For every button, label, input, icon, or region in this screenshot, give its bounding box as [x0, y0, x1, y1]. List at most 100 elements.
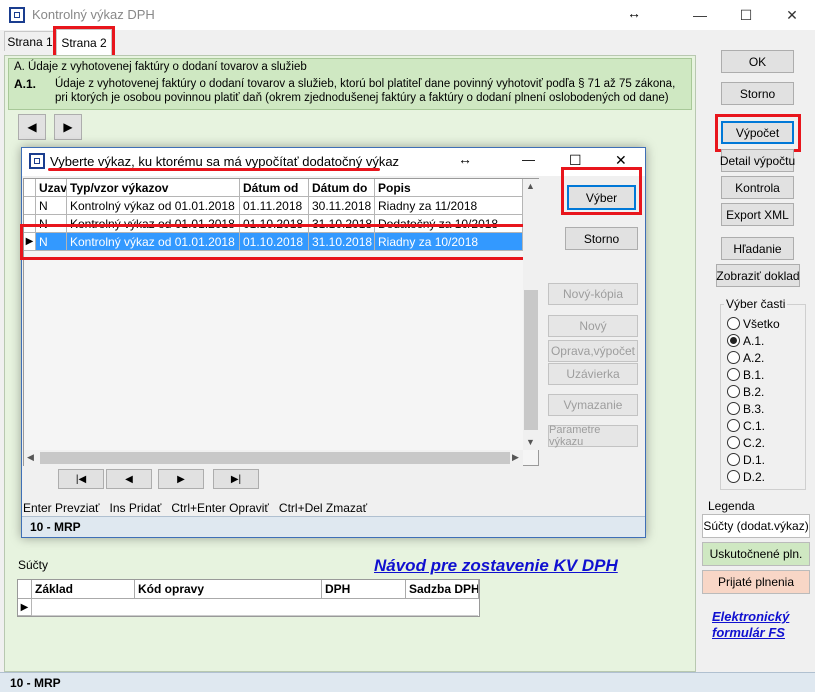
form-link-line2[interactable]: formulár FS	[712, 625, 785, 640]
radio-b1[interactable]: B.1.	[727, 366, 780, 383]
radio-checked-icon	[727, 334, 740, 347]
dialog-close-button[interactable]: ✕	[615, 152, 627, 169]
section-description: Údaje z vyhotovenej faktúry o dodaní tov…	[55, 78, 676, 104]
radio-vsetko[interactable]: Všetko	[727, 315, 780, 332]
table-row[interactable]: N Kontrolný výkaz od 01.01.2018 01.11.20…	[36, 197, 523, 215]
first-icon: |◀	[75, 473, 87, 485]
col-datum-do[interactable]: Dátum do	[309, 179, 375, 197]
grid-header-row: Uzav Typ/vzor výkazov Dátum od Dátum do …	[36, 179, 523, 197]
legend-label: Legenda	[708, 499, 755, 513]
zobrazit-doklad-button[interactable]: Zobraziť doklad	[716, 264, 800, 287]
status-bar: 10 - MRP	[0, 672, 815, 692]
window-title: Kontrolný výkaz DPH	[32, 7, 155, 22]
col-uzav[interactable]: Uzav	[36, 179, 67, 197]
legend-sucty: Súčty (dodat.výkaz)	[702, 514, 810, 538]
scroll-up-icon[interactable]: ▲	[526, 181, 535, 191]
vyber-button[interactable]: Výber	[567, 185, 636, 210]
parametre-vykazu-button[interactable]: Parametre výkazu	[548, 424, 638, 448]
horizontal-scroll-thumb[interactable]	[40, 452, 510, 464]
radio-circle-icon	[727, 453, 740, 466]
dialog-app-icon	[29, 153, 45, 169]
export-xml-button[interactable]: Export XML	[721, 203, 794, 226]
scroll-left-icon[interactable]: ◀	[27, 452, 34, 463]
radio-c1[interactable]: C.1.	[727, 417, 780, 434]
maximize-button[interactable]: ☐	[723, 0, 769, 30]
dialog-minimize-button[interactable]: —	[522, 152, 535, 167]
arrow-right-icon: ▶	[63, 120, 73, 134]
radio-circle-icon	[727, 419, 740, 432]
guide-link[interactable]: Návod pre zostavenie KV DPH	[374, 556, 618, 576]
radio-a2[interactable]: A.2.	[727, 349, 780, 366]
radio-a1[interactable]: A.1.	[727, 332, 780, 349]
scroll-right-icon[interactable]: ▶	[512, 452, 519, 463]
sums-row[interactable]	[32, 599, 478, 616]
vypocet-button[interactable]: Výpočet	[721, 121, 794, 144]
part-radio-list: Všetko A.1. A.2. B.1. B.2. B.3. C.1. C.2…	[727, 315, 780, 485]
sums-col-zaklad: Základ	[32, 580, 135, 599]
page-next-button[interactable]: ▶	[54, 114, 82, 140]
radio-circle-icon	[727, 351, 740, 364]
oprava-vypocet-button[interactable]: Oprava,výpočet	[548, 340, 638, 362]
col-popis[interactable]: Popis	[375, 179, 523, 197]
dialog-maximize-button[interactable]: ☐	[569, 152, 582, 169]
hladanie-button[interactable]: Hľadanie	[721, 237, 794, 260]
sums-indicator-header	[18, 580, 32, 599]
sums-table: Základ Kód opravy DPH Sadzba DPH ▶	[17, 579, 480, 617]
row-indicator-icon: ▶	[24, 233, 36, 251]
radio-d1[interactable]: D.1.	[727, 451, 780, 468]
form-link-line1[interactable]: Elektronický	[712, 609, 789, 624]
row-indicator	[24, 215, 36, 233]
radio-circle-icon	[727, 385, 740, 398]
novy-button[interactable]: Nový	[548, 315, 638, 337]
detail-vypoctu-button[interactable]: Detail výpočtu	[720, 149, 795, 172]
sums-col-dph: DPH	[322, 580, 406, 599]
radio-b2[interactable]: B.2.	[727, 383, 780, 400]
kontrola-button[interactable]: Kontrola	[721, 176, 794, 199]
scroll-down-icon[interactable]: ▼	[526, 437, 535, 447]
col-typ[interactable]: Typ/vzor výkazov	[67, 179, 240, 197]
grid-indicator-header	[24, 179, 36, 197]
shortcut-hints: Enter Prevziať Ins Pridať Ctrl+Enter Opr…	[23, 501, 368, 515]
tab-strana-2[interactable]: Strana 2	[56, 29, 112, 56]
nova-kopia-button[interactable]: Nový-kópia	[548, 283, 638, 305]
page-prev-button[interactable]: ◀	[18, 114, 46, 140]
dialog-storno-button[interactable]: Storno	[565, 227, 638, 250]
first-record-button[interactable]: |◀	[58, 469, 104, 489]
prev-icon: ◀	[125, 473, 133, 485]
legend-uskutocnene: Uskutočnené pln.	[702, 542, 810, 566]
radio-circle-icon	[727, 368, 740, 381]
title-underline-annotation	[48, 168, 380, 171]
table-row[interactable]: N Kontrolný výkaz od 01.01.2018 01.10.20…	[36, 215, 523, 233]
legend-prijate: Prijaté plnenia	[702, 570, 810, 594]
part-selection-label: Výber časti	[724, 297, 788, 311]
radio-circle-icon	[727, 317, 740, 330]
tab-strana-1[interactable]: Strana 1	[4, 31, 56, 51]
radio-c2[interactable]: C.2.	[727, 434, 780, 451]
dialog-resize-icon: ↔	[458, 151, 472, 167]
next-record-button[interactable]: ▶	[158, 469, 204, 489]
arrow-left-icon: ◀	[27, 120, 37, 134]
dialog-title: Vyberte výkaz, ku ktorému sa má vypočíta…	[50, 154, 400, 169]
row-indicator	[24, 197, 36, 215]
radio-d2[interactable]: D.2.	[727, 468, 780, 485]
close-button[interactable]: ✕	[769, 0, 815, 30]
ok-button[interactable]: OK	[721, 50, 794, 73]
vertical-scroll-thumb[interactable]	[524, 290, 538, 430]
section-code: A.1.	[14, 77, 37, 91]
storno-button[interactable]: Storno	[721, 82, 794, 105]
table-row-selected[interactable]: N Kontrolný výkaz od 01.01.2018 01.10.20…	[36, 233, 523, 251]
prev-record-button[interactable]: ◀	[106, 469, 152, 489]
col-datum-od[interactable]: Dátum od	[240, 179, 309, 197]
last-icon: ▶|	[230, 473, 242, 485]
radio-circle-icon	[727, 470, 740, 483]
minimize-button[interactable]: —	[677, 0, 723, 30]
uzavierka-button[interactable]: Uzávierka	[548, 363, 638, 385]
last-record-button[interactable]: ▶|	[213, 469, 259, 489]
radio-circle-icon	[727, 436, 740, 449]
sums-col-sadzba: Sadzba DPH	[406, 580, 479, 599]
section-title: A. Údaje z vyhotovenej faktúry o dodaní …	[14, 61, 307, 73]
next-icon: ▶	[177, 473, 185, 485]
radio-circle-icon	[727, 402, 740, 415]
vymazanie-button[interactable]: Vymazanie	[548, 394, 638, 416]
radio-b3[interactable]: B.3.	[727, 400, 780, 417]
